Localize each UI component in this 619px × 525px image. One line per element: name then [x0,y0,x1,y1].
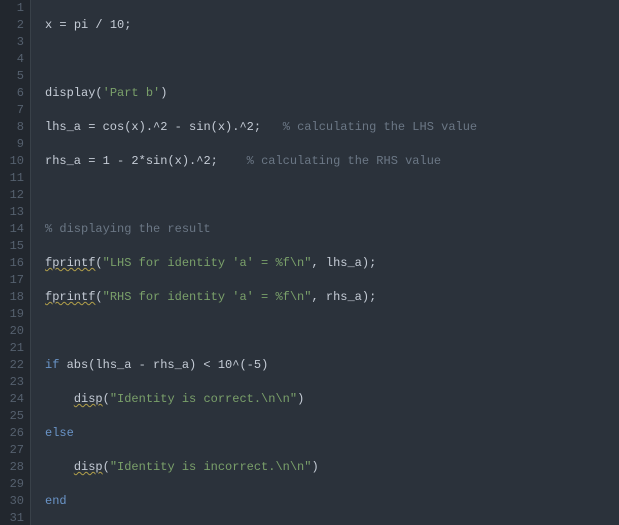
line-number: 24 [4,391,24,408]
line-number: 8 [4,119,24,136]
line-number: 22 [4,357,24,374]
code-line[interactable]: disp("Identity is correct.\n\n") [45,391,619,408]
line-number: 6 [4,85,24,102]
line-number: 20 [4,323,24,340]
line-number: 4 [4,51,24,68]
line-number: 23 [4,374,24,391]
line-number: 28 [4,459,24,476]
line-number: 2 [4,17,24,34]
code-line[interactable]: else [45,425,619,442]
line-number: 15 [4,238,24,255]
code-line[interactable] [45,323,619,340]
code-area[interactable]: x = pi / 10; display('Part b') lhs_a = c… [31,0,619,525]
line-number: 13 [4,204,24,221]
line-number: 10 [4,153,24,170]
code-line[interactable]: % displaying the result [45,221,619,238]
code-line[interactable]: lhs_a = cos(x).^2 - sin(x).^2; % calcula… [45,119,619,136]
line-number: 9 [4,136,24,153]
code-line[interactable]: x = pi / 10; [45,17,619,34]
code-line[interactable] [45,187,619,204]
line-number: 7 [4,102,24,119]
line-number: 26 [4,425,24,442]
line-number: 3 [4,34,24,51]
code-line[interactable]: disp("Identity is incorrect.\n\n") [45,459,619,476]
line-number: 29 [4,476,24,493]
line-number: 25 [4,408,24,425]
line-number: 11 [4,170,24,187]
line-number: 16 [4,255,24,272]
code-editor[interactable]: 1234567891011121314151617181920212223242… [0,0,619,525]
code-line[interactable]: fprintf("LHS for identity 'a' = %f\n", l… [45,255,619,272]
code-line[interactable]: end [45,493,619,510]
line-number: 1 [4,0,24,17]
line-number: 17 [4,272,24,289]
line-number: 30 [4,493,24,510]
line-number: 18 [4,289,24,306]
line-number: 5 [4,68,24,85]
code-line[interactable]: fprintf("RHS for identity 'a' = %f\n", r… [45,289,619,306]
code-line[interactable]: rhs_a = 1 - 2*sin(x).^2; % calculating t… [45,153,619,170]
line-number: 27 [4,442,24,459]
line-number: 19 [4,306,24,323]
code-line[interactable] [45,51,619,68]
line-number: 31 [4,510,24,525]
line-number-gutter: 1234567891011121314151617181920212223242… [0,0,31,525]
code-line[interactable]: display('Part b') [45,85,619,102]
code-line[interactable]: if abs(lhs_a - rhs_a) < 10^(-5) [45,357,619,374]
line-number: 14 [4,221,24,238]
line-number: 21 [4,340,24,357]
line-number: 12 [4,187,24,204]
